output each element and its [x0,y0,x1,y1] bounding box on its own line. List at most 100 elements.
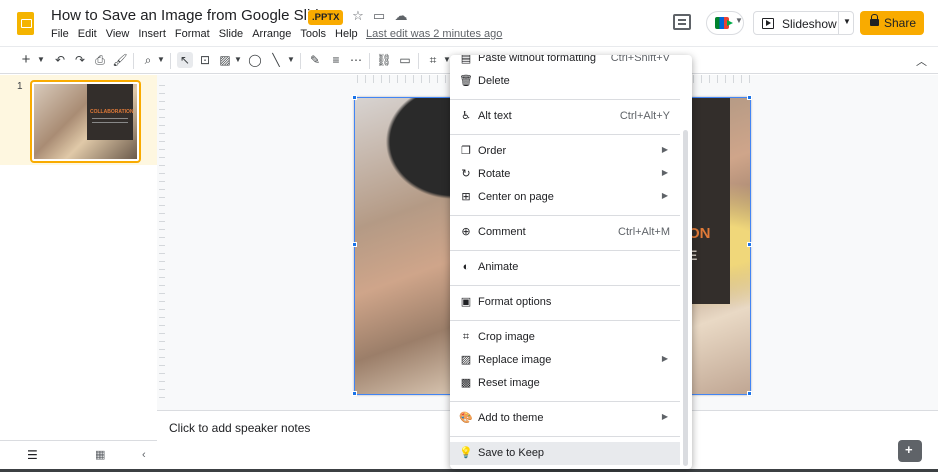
toolbar-divider [369,53,370,69]
chevron-down-icon: ▼ [735,16,743,25]
menu-item-crop-image[interactable]: ⌗ Crop image [450,326,680,349]
submenu-arrow-icon: ▶ [661,354,668,363]
toolbar-divider [133,53,134,69]
menu-insert[interactable]: Insert [138,28,172,40]
grid-view-icon[interactable]: ▦ [95,448,105,461]
zoom-icon[interactable]: ⌕ [140,52,156,68]
menu-item-format-options[interactable]: ▣ Format options [450,291,680,314]
center-icon: ⊞ [461,191,471,203]
slideshow-options-chevron-icon[interactable]: ▼ [843,17,851,26]
new-slide-chevron-icon[interactable]: ▼ [37,52,45,68]
menu-item-save-to-keep[interactable]: 💡 Save to Keep [450,442,680,465]
resize-handle[interactable] [747,95,752,100]
new-slide-icon[interactable]: + [18,52,34,68]
explore-icon[interactable] [898,440,922,462]
slideshow-button[interactable]: Slideshow ▼ [753,11,854,35]
resize-handle[interactable] [352,391,357,396]
resize-handle[interactable] [747,242,752,247]
print-icon[interactable]: ⎙ [92,52,108,68]
meet-icon [715,17,733,29]
border-dash-icon[interactable]: ⋯ [348,52,364,68]
link-icon[interactable]: ⛓ [376,52,392,68]
crop-icon[interactable]: ⌗ [425,52,441,68]
menu-format[interactable]: Format [175,28,216,40]
menu-item-replace-image[interactable]: ▨ Replace image ▶ [450,349,680,372]
context-menu: ▤ Paste without formatting Ctrl+Shift+V … [450,55,692,469]
menu-item-label: Save to Keep [478,447,545,459]
menu-item-label: Delete [478,75,510,87]
context-menu-scrollbar[interactable] [683,130,688,466]
rotate-icon: ↻ [461,168,471,180]
menu-item-label: Alt text [478,110,512,122]
meet-button[interactable]: ▼ [706,11,744,35]
submenu-arrow-icon: ▶ [661,168,668,177]
text-box-icon[interactable]: ⊡ [197,52,213,68]
last-edit-link[interactable]: Last edit was 2 minutes ago [366,28,502,40]
star-icon[interactable]: ☆ [350,8,366,24]
select-cursor-icon[interactable]: ↖ [177,52,193,68]
submenu-arrow-icon: ▶ [661,412,668,421]
file-format-badge: .PPTX [308,10,344,25]
resize-handle[interactable] [352,242,357,247]
collapse-toolbar-icon[interactable]: ︿ [916,53,927,69]
menu-item-delete[interactable]: 🗑 Delete [450,70,680,93]
menu-tools[interactable]: Tools [300,28,332,40]
image-chevron-icon[interactable]: ▼ [234,52,242,68]
cloud-status-icon[interactable]: ☁ [393,8,409,24]
menu-item-center-on-page[interactable]: ⊞ Center on page ▶ [450,186,680,209]
border-color-icon[interactable]: ✎ [307,52,323,68]
menu-file[interactable]: File [51,28,75,40]
accessibility-icon: ♿ [461,110,471,122]
menu-item-reset-image[interactable]: ▩ Reset image [450,372,680,395]
menu-item-alt-text[interactable]: ♿ Alt text Ctrl+Alt+Y [450,105,680,128]
insert-image-icon[interactable]: ▨ [217,52,233,68]
resize-handle[interactable] [352,95,357,100]
line-chevron-icon[interactable]: ▼ [287,52,295,68]
menu-edit[interactable]: Edit [78,28,103,40]
menu-item-comment[interactable]: ⊕ Comment Ctrl+Alt+M [450,221,680,244]
paint-format-icon[interactable]: 🖌 [112,52,128,68]
google-slides-window: How to Save an Image from Google Slides?… [0,0,938,472]
slide-thumbnail[interactable]: COLLABORATION [30,80,141,163]
thumbnail-title: COLLABORATION [90,109,134,115]
menu-bar: File Edit View Insert Format Slide Arran… [51,28,367,40]
shape-icon[interactable]: ◯ [247,52,263,68]
menu-divider [450,436,680,437]
document-title[interactable]: How to Save an Image from Google Slides? [51,7,343,24]
paste-icon: ▤ [460,55,472,65]
menu-arrange[interactable]: Arrange [252,28,297,40]
zoom-chevron-icon[interactable]: ▼ [157,52,165,68]
menu-item-label: Comment [478,226,526,238]
menu-item-rotate[interactable]: ↻ Rotate ▶ [450,163,680,186]
collapse-filmstrip-icon[interactable]: ‹ [142,449,146,461]
undo-icon[interactable]: ↶ [52,52,68,68]
menu-help[interactable]: Help [335,28,364,40]
slide-number: 1 [17,81,23,92]
crop-icon: ⌗ [462,331,470,343]
menu-item-add-to-theme[interactable]: 🎨 Add to theme ▶ [450,407,680,430]
toolbar-divider [170,53,171,69]
reset-image-icon: ▩ [460,377,472,389]
add-comment-icon[interactable]: ▭ [397,52,413,68]
menu-item-label: Rotate [478,168,511,180]
line-icon[interactable]: ╲ [268,52,284,68]
comment-add-icon: ⊕ [461,226,471,238]
menu-divider [450,215,680,216]
menu-item-shortcut: Ctrl+Alt+M [618,226,670,238]
menu-item-label: Format options [478,296,552,308]
thumbnail-subtitle-lines [92,118,128,123]
menu-item-animate[interactable]: ◐ Animate [450,256,680,279]
filmstrip-view-icon[interactable] [17,441,51,471]
menu-slide[interactable]: Slide [219,28,249,40]
menu-view[interactable]: View [106,28,136,40]
comment-history-icon[interactable] [673,14,691,30]
slides-logo-icon[interactable] [17,12,34,35]
share-button[interactable]: Share [860,11,924,35]
redo-icon[interactable]: ↷ [72,52,88,68]
format-options-icon: ▣ [460,296,472,308]
palette-icon: 🎨 [459,412,473,424]
border-weight-icon[interactable]: ≡ [328,52,344,68]
move-folder-icon[interactable]: ▭ [371,8,387,24]
resize-handle[interactable] [747,391,752,396]
menu-item-order[interactable]: ❐ Order ▶ [450,140,680,163]
